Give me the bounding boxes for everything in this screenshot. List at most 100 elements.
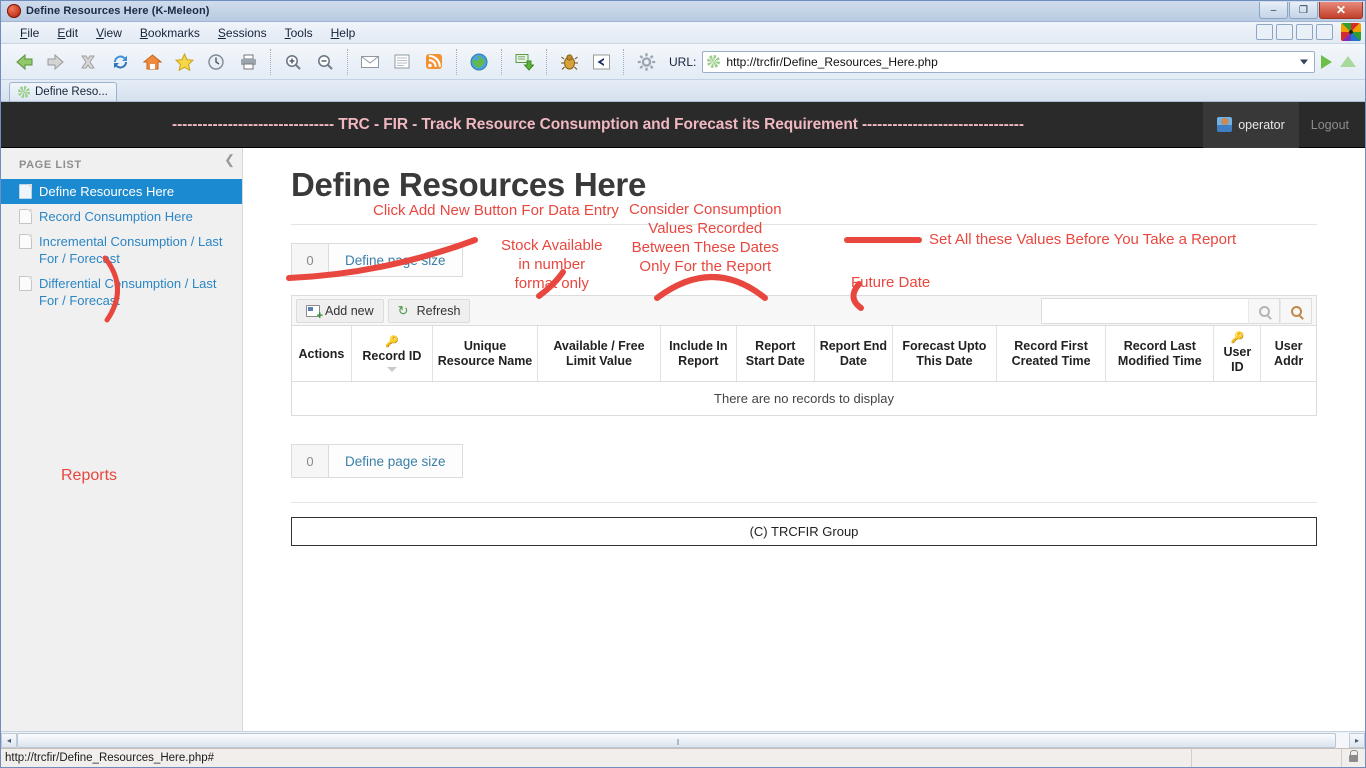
sidebar: ❮ PAGE LIST Define Resources Here Record… <box>1 148 243 731</box>
horizontal-scrollbar[interactable]: ◂ ‖ ▸ <box>1 731 1365 748</box>
minimize-button[interactable]: – <box>1259 2 1288 19</box>
scroll-grip-icon: ‖ <box>676 738 680 747</box>
bug-icon[interactable] <box>554 47 584 77</box>
column-available-free-limit-value[interactable]: Available / Free Limit Value <box>538 326 661 382</box>
sidebar-item-record-consumption[interactable]: Record Consumption Here <box>1 204 242 229</box>
close-button[interactable]: ✕ <box>1319 2 1363 19</box>
add-new-button[interactable]: Add new <box>296 299 384 323</box>
menu-view[interactable]: View <box>87 24 131 42</box>
session-restore-icon[interactable] <box>1256 24 1273 40</box>
new-tab-icon[interactable] <box>1296 24 1313 40</box>
scroll-left-arrow-icon[interactable]: ◂ <box>1 733 17 748</box>
url-input[interactable]: http://trcfir/Define_Resources_Here.php <box>702 51 1315 73</box>
current-user[interactable]: operator <box>1203 102 1299 148</box>
grid-panel: 0 Define page size Add new ↻ Re <box>291 224 1317 546</box>
column-report-start-date[interactable]: Report Start Date <box>736 326 814 382</box>
globe-icon[interactable] <box>464 47 494 77</box>
top-define-page-size-button[interactable]: Define page size <box>329 243 463 277</box>
search-input[interactable] <box>1041 298 1248 324</box>
url-dropdown-chevron-icon[interactable] <box>1300 59 1308 64</box>
sidebar-item-define-resources[interactable]: Define Resources Here <box>1 179 242 204</box>
scroll-right-arrow-icon[interactable]: ▸ <box>1349 733 1365 748</box>
history-clock-icon[interactable] <box>201 47 231 77</box>
view-source-icon[interactable] <box>586 47 616 77</box>
home-icon[interactable] <box>137 47 167 77</box>
scroll-track[interactable]: ‖ <box>17 733 1349 748</box>
zoom-in-icon[interactable] <box>278 47 308 77</box>
rss-icon[interactable] <box>419 47 449 77</box>
toolbar-separator <box>456 49 457 75</box>
menu-help[interactable]: Help <box>322 24 365 42</box>
search-button[interactable] <box>1248 298 1280 324</box>
table-header-row: Actions 🔑 Record ID Unique Resource Name <box>292 326 1316 382</box>
stop-icon[interactable] <box>73 47 103 77</box>
page-footer: (C) TRCFIR Group <box>291 517 1317 546</box>
menu-tools[interactable]: Tools <box>276 24 322 42</box>
column-include-in-report[interactable]: Include In Report <box>660 326 736 382</box>
preferences-gear-icon[interactable] <box>631 47 661 77</box>
refresh-button[interactable]: ↻ Refresh <box>388 299 471 323</box>
mail-icon[interactable] <box>355 47 385 77</box>
url-text: http://trcfir/Define_Resources_Here.php <box>726 55 937 69</box>
menu-bookmarks[interactable]: Bookmarks <box>131 24 209 42</box>
column-record-first-created-time[interactable]: Record First Created Time <box>996 326 1105 382</box>
top-record-count: 0 <box>291 243 329 277</box>
document-icon <box>19 184 32 199</box>
sidebar-item-label: Define Resources Here <box>39 183 234 200</box>
kmeleon-logo-icon[interactable] <box>1341 23 1361 41</box>
column-record-last-modified-time[interactable]: Record Last Modified Time <box>1106 326 1214 382</box>
sidebar-item-differential-consumption[interactable]: Differential Consumption / Last For / Fo… <box>1 271 242 313</box>
scroll-thumb[interactable]: ‖ <box>17 733 1336 748</box>
url-zone: URL: http://trcfir/Define_Resources_Here… <box>669 49 1365 75</box>
toolbar-separator <box>623 49 624 75</box>
table-empty-row: There are no records to display <box>292 382 1316 416</box>
tab-define-resources[interactable]: Define Reso... <box>9 82 117 101</box>
app-banner: -------------------------------- TRC - F… <box>1 102 1365 148</box>
page-title: Define Resources Here <box>291 166 1365 204</box>
panel-divider <box>291 224 1317 225</box>
close-tab-icon[interactable] <box>1316 24 1333 40</box>
back-icon[interactable] <box>9 47 39 77</box>
toolbar-separator <box>546 49 547 75</box>
advanced-search-button[interactable] <box>1280 298 1312 324</box>
forward-icon[interactable] <box>41 47 71 77</box>
menu-file[interactable]: File <box>11 24 48 42</box>
status-url: http://trcfir/Define_Resources_Here.php# <box>5 752 1191 764</box>
logout-link[interactable]: Logout <box>1299 102 1365 148</box>
reload-icon[interactable] <box>105 47 135 77</box>
column-actions[interactable]: Actions <box>292 326 351 382</box>
column-user-addr[interactable]: User Addr <box>1261 326 1316 382</box>
column-forecast-upto-this-date[interactable]: Forecast Upto This Date <box>892 326 996 382</box>
window-title: Define Resources Here (K-Meleon) <box>26 5 210 17</box>
maximize-button[interactable]: ❐ <box>1289 2 1318 19</box>
title-bar: Define Resources Here (K-Meleon) – ❐ ✕ <box>1 1 1365 22</box>
go-button[interactable] <box>1315 49 1337 75</box>
tab-strip: Define Reso... <box>1 80 1365 102</box>
user-name: operator <box>1238 118 1285 132</box>
sidebar-item-incremental-consumption[interactable]: Incremental Consumption / Last For / For… <box>1 229 242 271</box>
primary-key-icon: 🔑 <box>356 337 428 348</box>
navigation-toolbar: URL: http://trcfir/Define_Resources_Here… <box>1 44 1365 80</box>
bookmarks-star-icon[interactable] <box>169 47 199 77</box>
column-unique-resource-name[interactable]: Unique Resource Name <box>432 326 537 382</box>
menu-edit[interactable]: Edit <box>48 24 87 42</box>
up-button[interactable] <box>1337 49 1359 75</box>
security-lock-cell[interactable] <box>1341 749 1365 767</box>
column-user-id[interactable]: 🔑 User ID <box>1214 326 1261 382</box>
newsgroup-icon[interactable] <box>387 47 417 77</box>
table-body: There are no records to display <box>292 382 1316 416</box>
sidebar-item-label: Incremental Consumption / Last For / For… <box>39 233 234 267</box>
sidebar-collapse-chevron-left-icon[interactable]: ❮ <box>224 152 235 168</box>
print-icon[interactable] <box>233 47 263 77</box>
column-label: User ID <box>1223 345 1251 374</box>
downloads-icon[interactable] <box>509 47 539 77</box>
menu-sessions[interactable]: Sessions <box>209 24 276 42</box>
column-report-end-date[interactable]: Report End Date <box>814 326 892 382</box>
grid-toolbar: Add new ↻ Refresh <box>292 296 1316 326</box>
sort-descending-icon[interactable] <box>387 367 397 372</box>
column-label: Actions <box>298 347 344 361</box>
session-save-icon[interactable] <box>1276 24 1293 40</box>
column-record-id[interactable]: 🔑 Record ID <box>351 326 432 382</box>
bottom-define-page-size-button[interactable]: Define page size <box>329 444 463 478</box>
zoom-out-icon[interactable] <box>310 47 340 77</box>
